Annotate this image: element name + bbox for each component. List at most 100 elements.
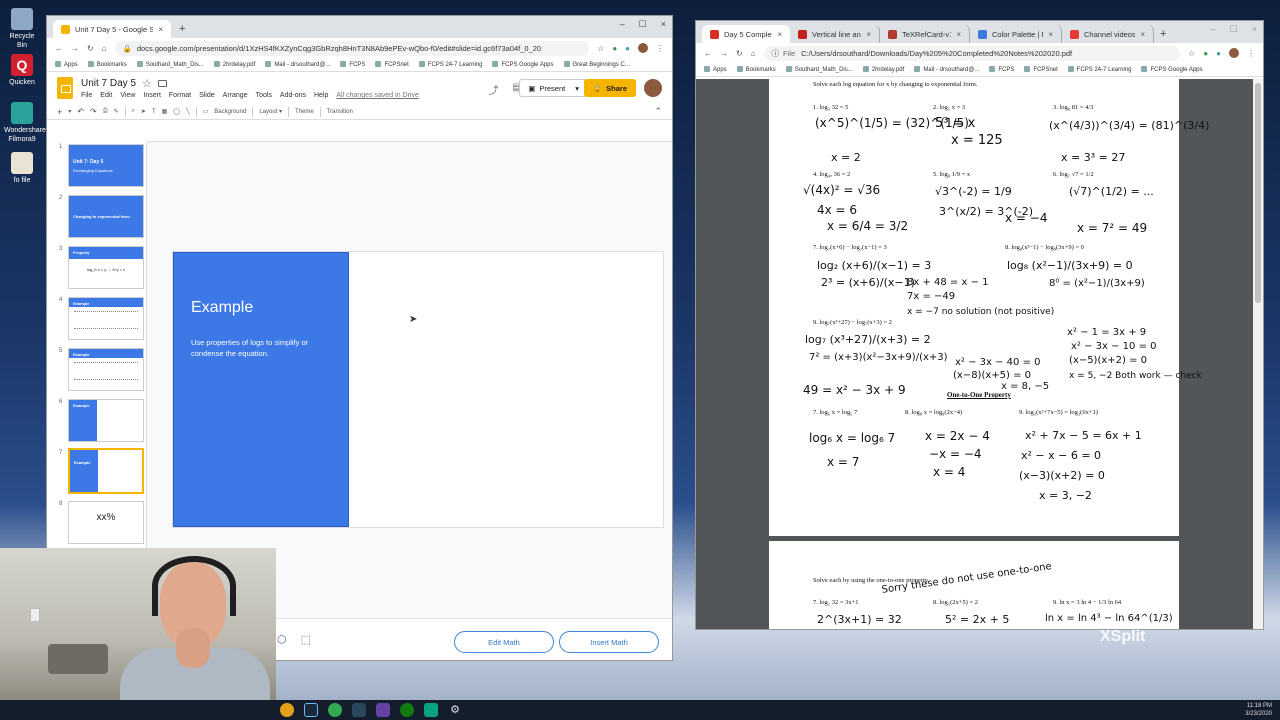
bookmark-item[interactable]: Apps <box>704 66 727 73</box>
activity-trend-icon[interactable]: ⤴ <box>489 82 499 97</box>
slide-thumbnail-1[interactable]: Unit 7: Day 5 Exchanging Equations <box>68 144 144 187</box>
redo-icon[interactable]: ↷ <box>90 107 97 116</box>
bookmark-item[interactable]: 2hrdelay.pdf <box>863 66 905 73</box>
pdf-viewer[interactable]: Solve each log equation for x by changin… <box>696 79 1263 629</box>
tab-color-palette[interactable]: Color Palette | Fairfax × <box>970 25 1062 43</box>
chrome-taskbar-icon[interactable] <box>328 703 342 717</box>
insert-math-button[interactable]: Insert Math <box>559 631 659 653</box>
desktop-icon-quicken[interactable]: Q Quicken <box>4 54 40 87</box>
bookmark-item[interactable]: FCPS 24-7 Learning <box>1068 66 1132 73</box>
extension-icon[interactable]: ● <box>1203 49 1208 58</box>
menu-slide[interactable]: Slide <box>199 92 215 99</box>
bookmark-item[interactable]: Southard_Math_Dis... <box>786 66 853 73</box>
zoom-icon[interactable]: ⌕ <box>132 108 135 115</box>
bookmark-item[interactable]: 2hrdelay.pdf <box>214 61 256 68</box>
home-icon[interactable]: ⌂ <box>751 49 756 58</box>
bookmark-item[interactable]: FCPS <box>340 61 365 68</box>
print-icon[interactable]: ⎙ <box>103 108 108 115</box>
desktop-icon-recycle-bin[interactable]: Recycle Bin <box>4 8 40 50</box>
close-window-button[interactable]: × <box>661 19 666 30</box>
close-tab-icon[interactable]: × <box>1048 30 1053 39</box>
desktop-icon-filmora[interactable]: Wondershare Filmora9 <box>4 102 46 144</box>
bookmark-item[interactable]: Great Beginnings C... <box>564 61 630 68</box>
line-icon[interactable]: ╲ <box>186 108 190 115</box>
chevron-down-icon[interactable]: ▾ <box>575 84 579 93</box>
move-folder-icon[interactable] <box>157 80 167 87</box>
maximize-button[interactable]: ☐ <box>639 19 647 30</box>
bookmark-item[interactable]: Mail - drsouthard@... <box>914 66 979 73</box>
steam-taskbar-icon[interactable] <box>304 703 318 717</box>
close-tab-icon[interactable]: × <box>866 30 871 39</box>
profile-avatar[interactable] <box>638 43 648 53</box>
extension-icon[interactable]: ● <box>1216 49 1221 58</box>
settings-taskbar-icon[interactable]: ⚙ <box>448 703 462 717</box>
back-icon[interactable]: ← <box>55 44 63 53</box>
xbox-taskbar-icon[interactable] <box>400 703 414 717</box>
close-tab-icon[interactable]: × <box>777 30 782 39</box>
google-slides-logo-icon[interactable] <box>57 77 73 99</box>
pdf-scrollbar[interactable] <box>1253 79 1263 629</box>
slide-heading[interactable]: Example <box>191 299 253 317</box>
maximize-button[interactable]: ☐ <box>1230 24 1238 35</box>
present-button[interactable]: ▣ Present ▾ <box>519 79 588 97</box>
address-bar[interactable]: 🔒 docs.google.com/presentation/d/1XzHS4f… <box>114 40 590 56</box>
shape-icon[interactable]: ◯ <box>173 108 180 115</box>
reload-icon[interactable]: ↻ <box>87 44 94 53</box>
new-tab-button[interactable]: + <box>179 23 185 35</box>
tab-google-slides[interactable]: Unit 7 Day 5 - Google Slides × <box>53 20 171 38</box>
back-icon[interactable]: ← <box>704 49 712 58</box>
bookmark-item[interactable]: Bookmarks <box>88 61 127 68</box>
bookmark-item[interactable]: Southard_Math_Dis... <box>137 61 204 68</box>
toolbar-transition[interactable]: Transition <box>327 109 353 115</box>
slide-blue-panel[interactable]: Example Use properties of logs to simpli… <box>173 252 349 527</box>
menu-edit[interactable]: Edit <box>100 92 112 99</box>
slide-thumbnail-5[interactable]: Example <box>68 348 144 391</box>
menu-kebab-icon[interactable]: ⋮ <box>656 44 664 53</box>
undo-icon[interactable]: ↶ <box>77 107 84 116</box>
address-bar[interactable]: ⓘ File C:/Users/drsouthard/Downloads/Day… <box>763 45 1181 61</box>
minimize-button[interactable]: – <box>620 19 625 30</box>
system-tray[interactable]: 11:18 PM 3/23/2020 <box>1245 702 1272 718</box>
scrollbar-thumb[interactable] <box>1255 83 1261 303</box>
tab-vertical-line[interactable]: Vertical line and a Fre × <box>790 25 880 43</box>
share-button[interactable]: 🔒 Share <box>583 79 636 97</box>
save-status[interactable]: All changes saved in Drive <box>336 92 419 99</box>
close-window-button[interactable]: × <box>1252 24 1257 35</box>
menu-addons[interactable]: Add-ons <box>280 92 306 99</box>
bookmark-item[interactable]: FCPS Google Apps <box>492 61 553 68</box>
slide-thumbnail-6[interactable]: Example <box>68 399 144 442</box>
bookmark-item[interactable]: FCPSnet <box>375 61 408 68</box>
bookmark-item[interactable]: Bookmarks <box>737 66 776 73</box>
profile-avatar[interactable] <box>1229 48 1239 58</box>
doc-title[interactable]: Unit 7 Day 5 <box>81 78 136 89</box>
slide-body-text[interactable]: Use properties of logs to simplify or co… <box>191 337 331 359</box>
tab-channel-videos[interactable]: Channel videos - You × <box>1062 25 1154 43</box>
twitch-taskbar-icon[interactable] <box>376 703 390 717</box>
home-icon[interactable]: ⌂ <box>102 44 107 53</box>
chevron-down-icon[interactable]: ▾ <box>68 108 71 115</box>
slide-thumbnail-2[interactable]: Changing to exponential form <box>68 195 144 238</box>
select-cursor-icon[interactable]: ➤ <box>141 108 146 115</box>
new-tab-button[interactable]: + <box>1160 28 1166 40</box>
extension-icon[interactable]: ● <box>612 44 617 53</box>
slide-thumbnail-8[interactable]: xx% <box>68 501 144 544</box>
star-icon[interactable]: ☆ <box>1188 49 1195 58</box>
text-box-icon[interactable]: T <box>152 109 156 115</box>
desktop-icon-file[interactable]: fo file <box>4 152 40 185</box>
add-comment-icon[interactable]: ▭ <box>203 108 209 115</box>
toolbar-background[interactable]: Background <box>214 109 246 115</box>
close-tab-icon[interactable]: × <box>1140 30 1145 39</box>
paint-format-icon[interactable]: ✎ <box>114 108 119 115</box>
steam-taskbar-icon[interactable] <box>352 703 366 717</box>
box-icon[interactable]: ⬡ <box>277 633 287 646</box>
menu-tools[interactable]: Tools <box>256 92 272 99</box>
extension-icon[interactable]: ● <box>625 44 630 53</box>
menu-help[interactable]: Help <box>314 92 328 99</box>
forward-icon[interactable]: → <box>720 49 728 58</box>
tab-day5-notes[interactable]: Day 5 Completed Not × <box>702 25 790 43</box>
bookmark-item[interactable]: FCPSnet <box>1024 66 1057 73</box>
selection-icon[interactable]: ⬚ <box>301 633 311 646</box>
bookmark-item[interactable]: Apps <box>55 61 78 68</box>
forward-icon[interactable]: → <box>71 44 79 53</box>
bookmark-item[interactable]: FCPS Google Apps <box>1141 66 1202 73</box>
